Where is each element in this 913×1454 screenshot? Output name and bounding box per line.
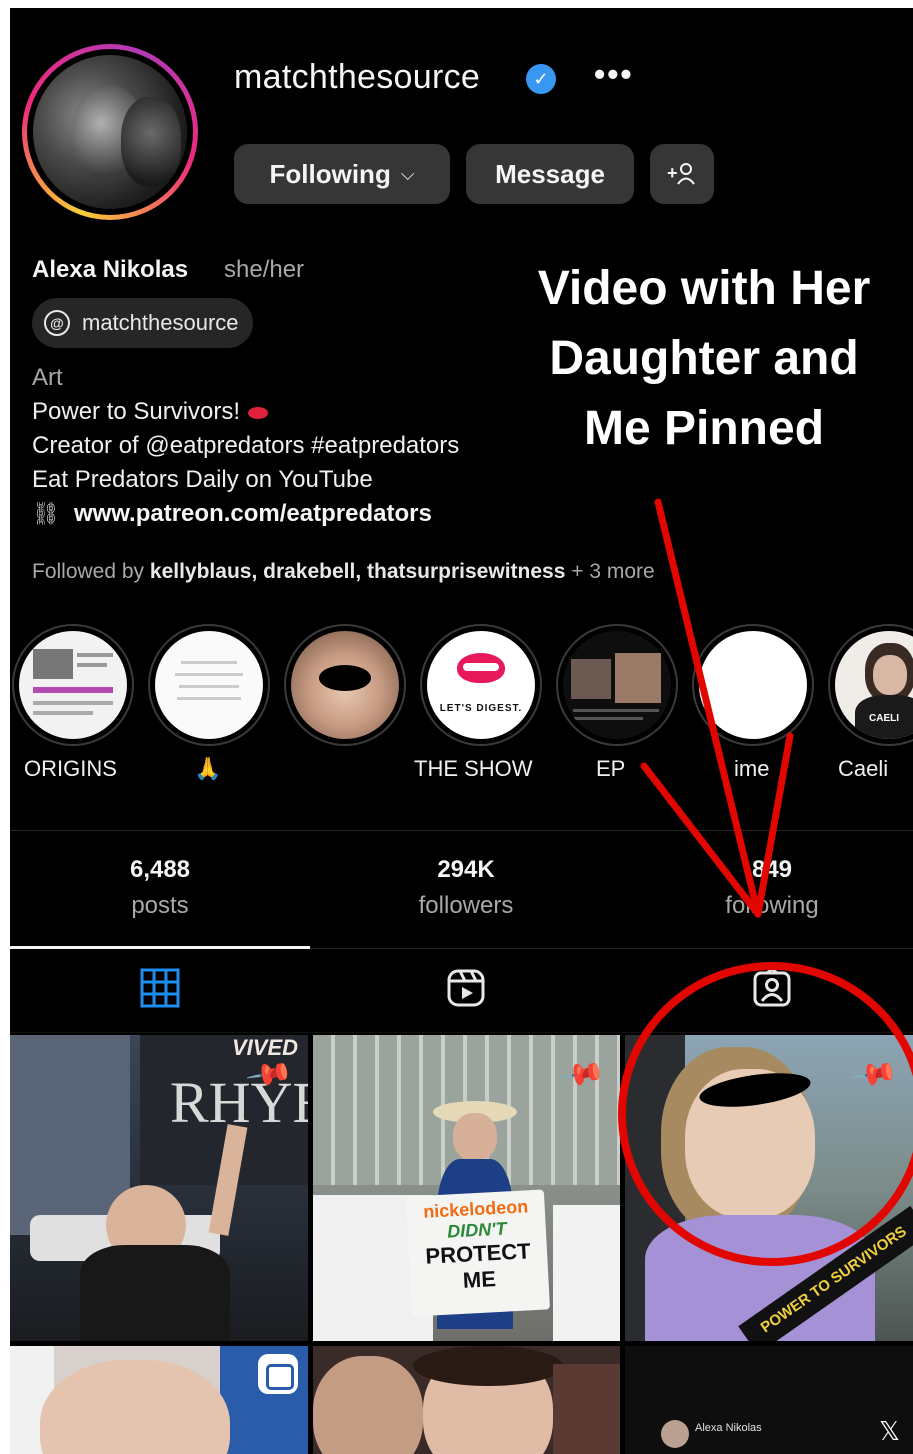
annotation-text: Video with Her Daughter and Me Pinned (537, 262, 871, 455)
instagram-profile-screen: matchthesource ✓ ••• Following ⌵ Message… (10, 8, 913, 1454)
annotation-arrows (618, 498, 913, 1266)
